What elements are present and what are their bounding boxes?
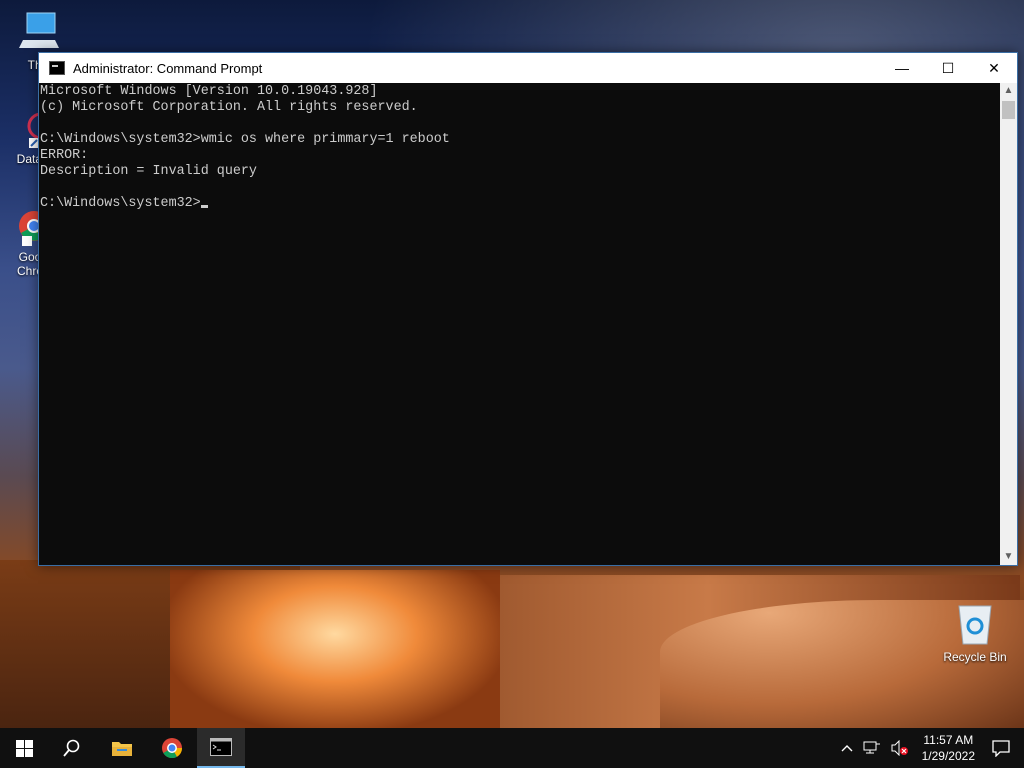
clock[interactable]: 11:57 AM 1/29/2022 <box>922 732 975 764</box>
window-title: Administrator: Command Prompt <box>73 60 263 76</box>
search-button[interactable] <box>48 728 96 768</box>
close-button[interactable]: ✕ <box>971 53 1017 83</box>
notifications-icon[interactable] <box>992 739 1010 757</box>
terminal-line: ERROR: <box>40 148 89 163</box>
minimize-button[interactable]: — <box>879 53 925 83</box>
command-prompt-icon <box>210 738 232 756</box>
clock-time: 11:57 AM <box>923 733 974 747</box>
prompt-text: C:\Windows\system32> <box>40 196 201 211</box>
desktop-icon-label: Recycle Bin <box>943 650 1007 664</box>
cmd-app-icon <box>49 61 65 75</box>
taskbar-file-explorer[interactable] <box>98 728 146 768</box>
clock-date: 1/29/2022 <box>921 749 975 763</box>
taskbar-chrome[interactable] <box>148 728 196 768</box>
desktop-icon-recycle-bin[interactable]: Recycle Bin <box>938 602 1012 664</box>
maximize-button[interactable]: ☐ <box>925 53 971 83</box>
scrollbar-thumb[interactable] <box>1002 101 1015 119</box>
wallpaper-light-beam <box>170 570 500 730</box>
terminal-line: C:\Windows\system32>wmic os where primma… <box>40 132 450 147</box>
scroll-up-arrow-icon[interactable]: ▲ <box>1000 83 1017 99</box>
terminal-line: (c) Microsoft Corporation. All rights re… <box>40 100 418 115</box>
recycle-bin-icon <box>958 605 992 645</box>
show-hidden-icons-chevron-icon[interactable] <box>841 744 853 752</box>
taskbar-command-prompt[interactable] <box>197 728 245 768</box>
terminal-line: Description = Invalid query <box>40 164 257 179</box>
taskbar: 11:57 AM 1/29/2022 <box>0 728 1024 768</box>
vertical-scrollbar[interactable]: ▲ ▼ <box>1000 83 1017 565</box>
network-icon[interactable] <box>863 740 881 756</box>
volume-muted-icon[interactable] <box>891 740 909 756</box>
folder-icon <box>112 742 132 756</box>
terminal-line: Microsoft Windows [Version 10.0.19043.92… <box>40 84 378 99</box>
windows-logo-icon <box>15 739 33 757</box>
command-prompt-window[interactable]: Administrator: Command Prompt — ☐ ✕ Micr… <box>38 52 1018 566</box>
text-cursor <box>200 205 208 208</box>
chrome-icon <box>162 738 183 759</box>
start-button[interactable] <box>0 728 48 768</box>
scroll-down-arrow-icon[interactable]: ▼ <box>1000 549 1017 565</box>
computer-icon <box>19 12 59 48</box>
title-bar[interactable]: Administrator: Command Prompt — ☐ ✕ <box>39 53 1017 83</box>
system-tray: 11:57 AM 1/29/2022 <box>836 728 1024 768</box>
prompt-line[interactable]: C:\Windows\system32> <box>40 196 1000 212</box>
search-icon <box>63 739 80 757</box>
terminal-output[interactable]: Microsoft Windows [Version 10.0.19043.92… <box>39 83 1000 565</box>
